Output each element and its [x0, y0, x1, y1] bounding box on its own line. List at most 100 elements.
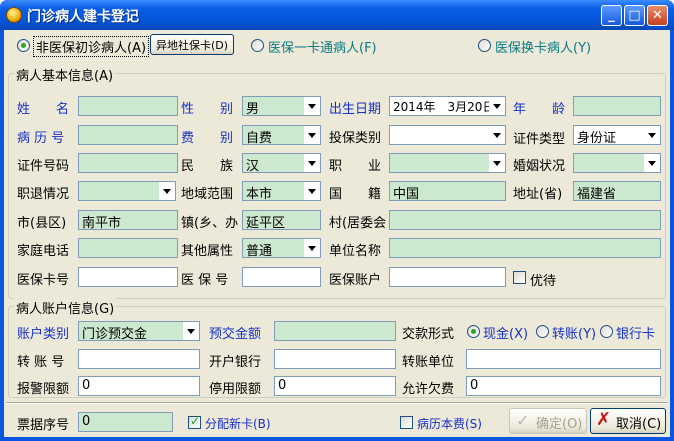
country-label: 国 籍: [329, 187, 382, 202]
marriage-select[interactable]: [573, 153, 661, 173]
birth-label: 出生日期: [329, 102, 382, 117]
village-label: 村(居委会: [329, 216, 387, 231]
id-type-select[interactable]: 身份证: [573, 125, 661, 145]
title-bar[interactable]: 门诊病人建卡登记 _ □ ✕: [0, 0, 674, 30]
record-fee-checkbox[interactable]: [400, 416, 413, 429]
id-no-input[interactable]: [78, 153, 178, 173]
transfer-unit-input[interactable]: [466, 349, 661, 369]
record-fee-label[interactable]: 病历本费(S): [417, 415, 482, 432]
chevron-down-icon[interactable]: [159, 182, 175, 200]
receipt-label: 票据序号: [17, 418, 70, 433]
province-input[interactable]: 福建省: [573, 181, 661, 201]
ins-account-input[interactable]: [389, 267, 506, 287]
account-type-select[interactable]: 门诊预交金: [78, 321, 200, 341]
radio-transfer-label[interactable]: 转账(Y): [552, 323, 596, 342]
priority-label: 优待: [530, 274, 557, 289]
gender-label: 性 别: [181, 102, 234, 117]
region-label: 地域范围: [181, 187, 234, 202]
arrears-label: 允许欠费: [402, 382, 455, 397]
radio-non-insured-label[interactable]: 非医保初诊病人(A): [33, 36, 150, 57]
receipt-input[interactable]: 0: [78, 412, 173, 432]
radio-transfer[interactable]: [536, 325, 549, 338]
ins-card-input[interactable]: [78, 267, 178, 287]
chevron-down-icon[interactable]: [304, 239, 320, 257]
chevron-down-icon[interactable]: [183, 322, 199, 340]
insure-type-select[interactable]: [389, 125, 506, 145]
chevron-down-icon[interactable]: [304, 154, 320, 172]
job-label: 职 业: [329, 159, 382, 174]
transfer-no-label: 转 账 号: [17, 355, 65, 370]
cancel-button[interactable]: ✗ 取消(C): [590, 408, 666, 434]
bank-input[interactable]: [274, 349, 396, 369]
country-input[interactable]: 中国: [389, 181, 506, 201]
chevron-down-icon[interactable]: [304, 97, 320, 115]
radio-card-change-label[interactable]: 医保换卡病人(Y): [495, 37, 591, 56]
account-info-title: 病人账户信息(G): [14, 298, 117, 317]
chevron-down-icon[interactable]: [304, 182, 320, 200]
radio-bank-card-label[interactable]: 银行卡: [616, 323, 655, 342]
close-icon: ✕: [652, 8, 663, 23]
age-input[interactable]: [573, 96, 661, 116]
chevron-down-icon[interactable]: [304, 126, 320, 144]
city-input[interactable]: 南平市: [78, 210, 178, 230]
gender-select[interactable]: 男: [242, 96, 321, 116]
ins-no-input[interactable]: [242, 267, 321, 287]
retire-label: 职退情况: [17, 187, 70, 202]
radio-cash[interactable]: [467, 325, 480, 338]
basic-info-title: 病人基本信息(A): [14, 65, 116, 84]
transfer-no-input[interactable]: [78, 349, 200, 369]
chevron-down-icon[interactable]: [489, 97, 505, 115]
assign-card-label[interactable]: 分配新卡(B): [205, 415, 271, 432]
stop-input[interactable]: 0: [274, 376, 396, 396]
radio-yikatong[interactable]: [251, 39, 264, 52]
priority-checkbox[interactable]: [513, 271, 526, 284]
radio-non-insured[interactable]: [17, 39, 30, 52]
prepay-label: 预交金额: [209, 327, 262, 342]
nation-select[interactable]: 汉: [242, 153, 321, 173]
footer-divider: [6, 402, 668, 404]
record-no-input[interactable]: [78, 125, 178, 145]
name-label: 姓 名: [17, 102, 70, 117]
other-attr-select[interactable]: 普通: [242, 238, 321, 258]
check-icon: ✓: [516, 411, 530, 430]
village-input[interactable]: [389, 210, 661, 230]
account-type-label: 账户类别: [17, 327, 70, 342]
region-select[interactable]: 本市: [242, 181, 321, 201]
ins-card-label: 医保卡号: [17, 273, 70, 288]
fee-select[interactable]: 自费: [242, 125, 321, 145]
radio-bank-card[interactable]: [600, 325, 613, 338]
chevron-down-icon[interactable]: [489, 154, 505, 172]
minimize-button[interactable]: _: [601, 5, 622, 26]
province-label: 地址(省): [513, 187, 563, 202]
radio-cash-label[interactable]: 现金(X): [483, 323, 528, 342]
app-icon: [6, 7, 22, 23]
payment-label: 交款形式: [402, 327, 455, 342]
retire-select[interactable]: [78, 181, 176, 201]
other-attr-label: 其他属性: [181, 244, 234, 259]
prepay-input[interactable]: [274, 321, 396, 341]
radio-yikatong-label[interactable]: 医保一卡通病人(F): [268, 37, 377, 56]
chevron-down-icon[interactable]: [489, 126, 505, 144]
maximize-button[interactable]: □: [624, 5, 645, 26]
ok-button[interactable]: ✓ 确定(O): [509, 408, 587, 434]
job-select[interactable]: [389, 153, 506, 173]
arrears-input[interactable]: 0: [466, 376, 661, 396]
company-input[interactable]: [389, 238, 661, 258]
alarm-input[interactable]: 0: [78, 376, 200, 396]
chevron-down-icon[interactable]: [644, 154, 660, 172]
radio-card-change[interactable]: [478, 39, 491, 52]
town-label: 镇(乡、办: [181, 216, 239, 231]
town-input[interactable]: 延平区: [242, 210, 321, 230]
name-input[interactable]: [78, 96, 178, 116]
home-phone-label: 家庭电话: [17, 244, 70, 259]
chevron-down-icon[interactable]: [644, 126, 660, 144]
home-phone-input[interactable]: [78, 238, 178, 258]
bank-label: 开户银行: [209, 355, 262, 370]
remote-card-button[interactable]: 异地社保卡(D): [150, 34, 234, 55]
dialog-window: 门诊病人建卡登记 _ □ ✕ 非医保初诊病人(A) 异地社保卡(D) 医保一卡通…: [0, 0, 674, 441]
company-label: 单位名称: [329, 244, 382, 259]
close-button[interactable]: ✕: [647, 5, 668, 26]
age-label: 年 龄: [513, 102, 566, 117]
assign-card-checkbox[interactable]: [188, 414, 201, 429]
birth-date-picker[interactable]: 2014年 3月20日: [389, 96, 506, 116]
